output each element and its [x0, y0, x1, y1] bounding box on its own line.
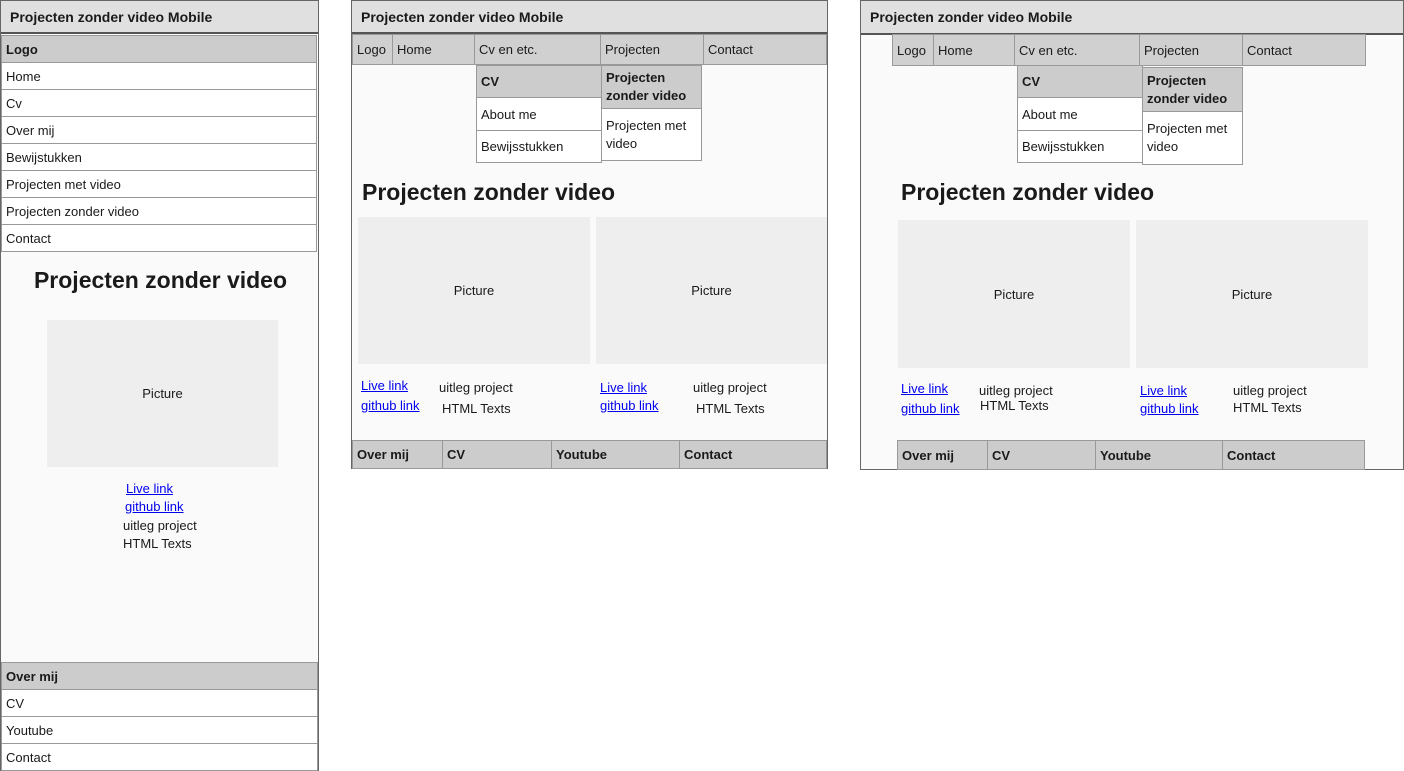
tablet-page-heading: Projecten zonder video [362, 179, 616, 205]
desktop-project-text-1: uitleg project [979, 383, 1053, 398]
tablet-project-text-1: uitleg project [439, 380, 513, 395]
tablet-nav-cv-en-etc[interactable]: Cv en etc. [474, 34, 601, 65]
desktop-html-text-2: HTML Texts [1233, 400, 1302, 415]
desktop-dropdown-bewijsstukken[interactable]: Bewijsstukken [1017, 130, 1143, 163]
desktop-live-link-1[interactable]: Live link [901, 381, 948, 396]
mobile-footer-youtube[interactable]: Youtube [1, 716, 318, 744]
tablet-footer-cv[interactable]: CV [442, 440, 552, 469]
tablet-dropdown-projecten-met-video[interactable]: Projecten met video [601, 108, 702, 161]
desktop-live-link-2[interactable]: Live link [1140, 383, 1187, 398]
tablet-wireframe: Projecten zonder video Mobile Logo Home … [351, 0, 828, 469]
tablet-html-text-2: HTML Texts [696, 401, 765, 416]
tablet-footer-contact[interactable]: Contact [679, 440, 827, 469]
tablet-nav-home[interactable]: Home [392, 34, 475, 65]
tablet-dropdown-cv[interactable]: CV [476, 65, 602, 98]
desktop-picture-2: Picture [1136, 220, 1368, 368]
desktop-nav-contact[interactable]: Contact [1242, 34, 1366, 66]
desktop-nav-logo[interactable]: Logo [892, 34, 934, 66]
mobile-footer-over-mij[interactable]: Over mij [1, 662, 318, 690]
desktop-dropdown-cv[interactable]: CV [1017, 65, 1143, 98]
desktop-nav-home[interactable]: Home [933, 34, 1015, 66]
desktop-dropdown-about-me[interactable]: About me [1017, 97, 1143, 131]
mobile-menu-home[interactable]: Home [1, 62, 317, 90]
mobile-menu-contact[interactable]: Contact [1, 224, 317, 252]
tablet-picture-2: Picture [596, 217, 827, 364]
desktop-footer-contact[interactable]: Contact [1222, 440, 1365, 470]
desktop-github-link-1[interactable]: github link [901, 401, 960, 416]
tablet-nav-projecten[interactable]: Projecten [600, 34, 704, 65]
mobile-picture: Picture [47, 320, 278, 467]
desktop-nav-projecten[interactable]: Projecten [1139, 34, 1243, 66]
desktop-html-text-1: HTML Texts [980, 398, 1049, 413]
tablet-footer-over-mij[interactable]: Over mij [352, 440, 443, 469]
tablet-title: Projecten zonder video Mobile [352, 1, 827, 34]
tablet-footer-youtube[interactable]: Youtube [551, 440, 680, 469]
desktop-footer-cv[interactable]: CV [987, 440, 1096, 470]
mobile-wireframe: Projecten zonder video Mobile Logo Home … [0, 0, 319, 771]
desktop-nav-cv-en-etc[interactable]: Cv en etc. [1014, 34, 1140, 66]
mobile-menu-logo[interactable]: Logo [1, 35, 317, 63]
tablet-picture-1: Picture [358, 217, 590, 364]
desktop-github-link-2[interactable]: github link [1140, 401, 1199, 416]
desktop-dropdown-projecten-met-video[interactable]: Projecten met video [1142, 111, 1243, 165]
desktop-footer-youtube[interactable]: Youtube [1095, 440, 1223, 470]
mobile-menu-projecten-met-video[interactable]: Projecten met video [1, 170, 317, 198]
tablet-dropdown-projecten-zonder-video[interactable]: Projecten zonder video [601, 65, 702, 109]
tablet-live-link-1[interactable]: Live link [361, 378, 408, 393]
tablet-dropdown-bewijsstukken[interactable]: Bewijsstukken [476, 130, 602, 163]
mobile-project-text: uitleg project [123, 518, 197, 533]
tablet-project-text-2: uitleg project [693, 380, 767, 395]
desktop-dropdown-projecten-zonder-video[interactable]: Projecten zonder video [1142, 67, 1243, 112]
tablet-github-link-2[interactable]: github link [600, 398, 659, 413]
tablet-live-link-2[interactable]: Live link [600, 380, 647, 395]
mobile-html-text: HTML Texts [123, 536, 192, 551]
desktop-footer-over-mij[interactable]: Over mij [897, 440, 988, 470]
tablet-nav-contact[interactable]: Contact [703, 34, 827, 65]
tablet-github-link-1[interactable]: github link [361, 398, 420, 413]
mobile-title: Projecten zonder video Mobile [1, 1, 318, 34]
mobile-footer-cv[interactable]: CV [1, 689, 318, 717]
mobile-github-link[interactable]: github link [125, 499, 184, 514]
mobile-menu-projecten-zonder-video[interactable]: Projecten zonder video [1, 197, 317, 225]
mobile-menu-over-mij[interactable]: Over mij [1, 116, 317, 144]
tablet-nav-logo[interactable]: Logo [352, 34, 393, 65]
mobile-live-link[interactable]: Live link [126, 481, 173, 496]
desktop-picture-1: Picture [898, 220, 1130, 368]
mobile-menu-cv[interactable]: Cv [1, 89, 317, 117]
desktop-wireframe: Projecten zonder video Mobile Logo Home … [860, 0, 1404, 470]
tablet-html-text-1: HTML Texts [442, 401, 511, 416]
desktop-title: Projecten zonder video Mobile [861, 1, 1403, 35]
mobile-menu-bewijstukken[interactable]: Bewijstukken [1, 143, 317, 171]
desktop-project-text-2: uitleg project [1233, 383, 1307, 398]
tablet-dropdown-about-me[interactable]: About me [476, 97, 602, 131]
desktop-page-heading: Projecten zonder video [901, 179, 1155, 205]
mobile-page-heading: Projecten zonder video [33, 267, 288, 293]
mobile-footer-contact[interactable]: Contact [1, 743, 318, 771]
